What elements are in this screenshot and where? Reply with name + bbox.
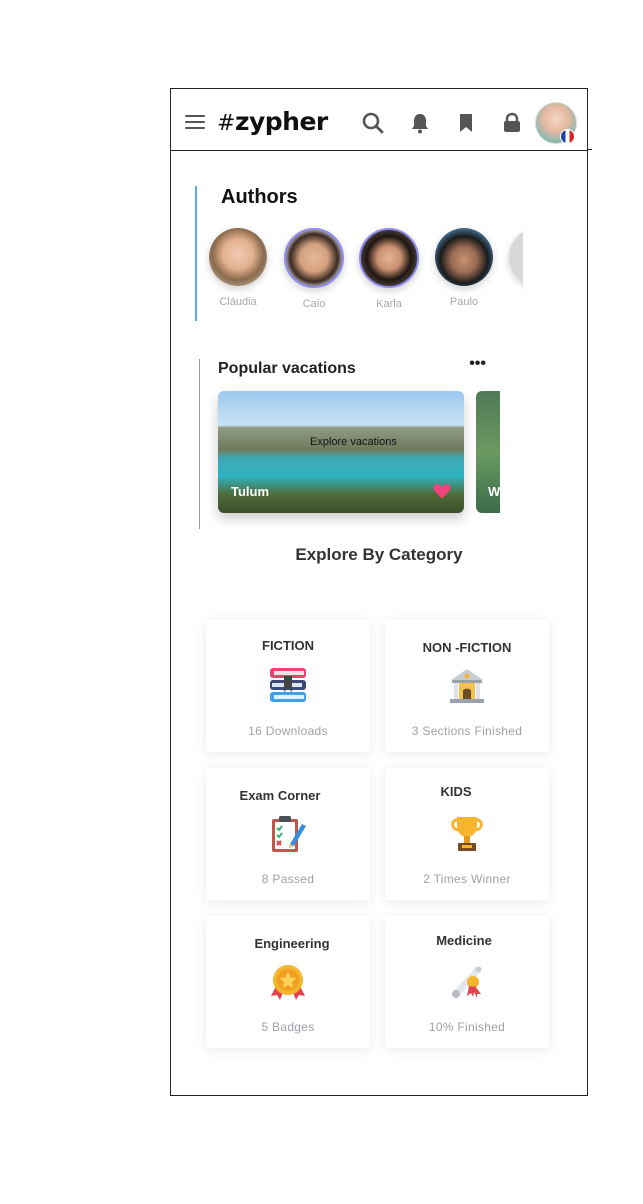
- explore-vacations-label[interactable]: Explore vacations: [310, 436, 397, 448]
- category-subtitle: 10% Finished: [428, 1020, 506, 1034]
- author-item[interactable]: Cláudia: [205, 228, 271, 308]
- more-options-icon[interactable]: •••: [469, 359, 486, 373]
- category-card-medicine[interactable]: Medicine 10% Finished: [385, 916, 549, 1048]
- france-flag-icon: [560, 129, 575, 144]
- author-avatar: [359, 228, 419, 288]
- clipboard-icon: [272, 816, 306, 852]
- vacations-title: Popular vacations: [218, 360, 356, 377]
- author-name: Karla: [376, 298, 402, 310]
- author-item[interactable]: Karla: [356, 228, 422, 310]
- category-title: KIDS: [440, 784, 472, 799]
- explore-title: Explore By Category: [295, 545, 463, 564]
- logo-hash: #: [217, 111, 235, 136]
- author-item[interactable]: Paulo: [431, 228, 497, 308]
- bell-icon[interactable]: [408, 111, 432, 135]
- author-item[interactable]: Caio: [281, 228, 347, 310]
- category-card-kids[interactable]: KIDS 2 Times Winner: [385, 768, 549, 900]
- vacation-card[interactable]: Tulum: [218, 391, 464, 513]
- category-card-exam-corner[interactable]: Exam Corner 8 Passed: [206, 768, 370, 900]
- top-navbar: #zypher: [171, 89, 587, 151]
- author-name: Cláudia: [219, 296, 257, 308]
- bookmark-icon[interactable]: [454, 111, 478, 135]
- author-name: Paulo: [449, 296, 479, 308]
- author-item[interactable]: [505, 228, 523, 286]
- app-frame: #zypher Authors Cláudia Caio Karla Paulo…: [170, 88, 588, 1096]
- category-card-non-fiction[interactable]: NON -FICTION 3 Sections Finished: [385, 620, 549, 752]
- category-title: Medicine: [436, 933, 492, 948]
- vacation-place: Tulum: [231, 484, 270, 499]
- medal-icon: [271, 965, 305, 1000]
- search-icon[interactable]: [361, 111, 385, 135]
- category-subtitle: 8 Passed: [261, 872, 315, 886]
- category-card-fiction[interactable]: FICTION 16 Downloads: [206, 620, 370, 752]
- category-subtitle: 3 Sections Finished: [411, 724, 523, 738]
- authors-title: Authors: [221, 186, 298, 208]
- heart-icon[interactable]: [432, 481, 452, 501]
- vacation-place: W: [488, 484, 500, 499]
- lock-icon[interactable]: [500, 111, 524, 135]
- books-icon: [270, 668, 306, 702]
- user-avatar[interactable]: [535, 102, 577, 144]
- diploma-icon: [452, 966, 482, 998]
- category-card-engineering[interactable]: Engineering 5 Badges: [206, 916, 370, 1048]
- category-title: FICTION: [262, 638, 314, 653]
- category-title: NON -FICTION: [422, 640, 512, 655]
- author-avatar: [509, 228, 523, 286]
- category-subtitle: 16 Downloads: [248, 724, 328, 738]
- popular-vacations-section: Popular vacations ••• Tulum W Explore va…: [199, 359, 500, 529]
- logo[interactable]: #zypher: [217, 107, 328, 136]
- logo-text: zypher: [234, 107, 328, 136]
- menu-icon[interactable]: [185, 115, 205, 131]
- category-subtitle: 5 Badges: [261, 1020, 315, 1034]
- category-subtitle: 2 Times Winner: [423, 872, 511, 886]
- category-title: Engineering: [254, 936, 330, 951]
- vacation-card[interactable]: W: [476, 391, 500, 513]
- authors-section: Authors Cláudia Caio Karla Paulo: [195, 186, 523, 321]
- author-avatar: [435, 228, 493, 286]
- author-avatar: [284, 228, 344, 288]
- museum-icon: [450, 669, 484, 703]
- category-title: Exam Corner: [239, 788, 321, 803]
- author-avatar: [209, 228, 267, 286]
- trophy-icon: [451, 817, 483, 851]
- author-name: Caio: [302, 298, 326, 310]
